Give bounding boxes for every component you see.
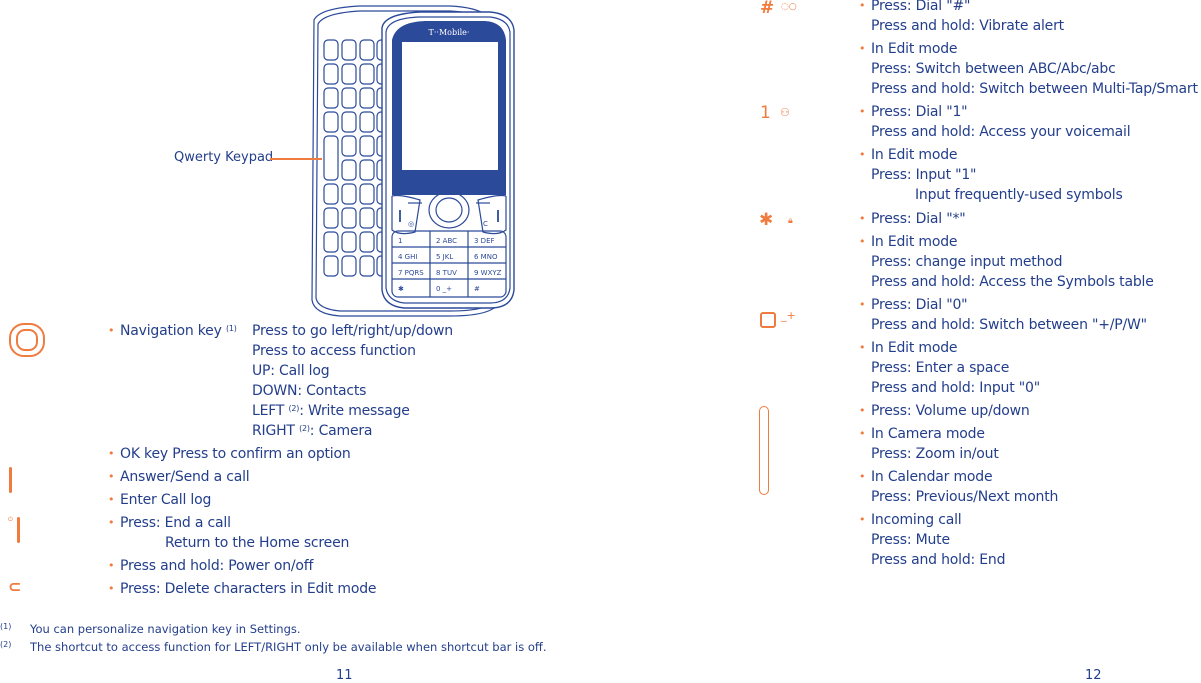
camera-line-2: Press: Zoom in/out [871, 446, 999, 462]
calendar-line-1: In Calendar mode [859, 467, 993, 487]
star-edit-line-2: Press: change input method [871, 254, 1063, 270]
svg-text:◎: ◎ [408, 220, 414, 228]
volume-line-1: Press: Volume up/down [859, 401, 1030, 421]
zero-edit-line-3: Press and hold: Input "0" [871, 380, 1040, 396]
footnote-ref-2: (2) [288, 404, 300, 413]
svg-text:#: # [474, 285, 480, 293]
hash-edit-line-3: Press and hold: Switch between Multi-Tap… [871, 81, 1198, 97]
nav-left-label: LEFT [252, 403, 285, 419]
power-text: Press and hold: Power on/off [108, 556, 313, 576]
nav-right-action: : Camera [309, 423, 373, 439]
nav-line-1: Press to go left/right/up/down [252, 323, 453, 339]
end-call-text: Press: End a call [108, 513, 231, 533]
zero-key-icon [760, 312, 776, 328]
send-key-text: Answer/Send a call [108, 467, 250, 487]
one-edit-line-1: In Edit mode [859, 145, 958, 165]
hash-edit-line-2: Press: Switch between ABC/Abc/abc [871, 61, 1116, 77]
vibrate-icon: ◌○ [781, 2, 797, 12]
svg-text:1: 1 [398, 237, 402, 245]
brand-label: T··Mobile· [429, 28, 470, 37]
svg-text:5 JKL: 5 JKL [436, 253, 453, 261]
nav-key-text: Navigation key [120, 323, 222, 339]
incoming-line-2: Press: Mute [871, 532, 950, 548]
callout-line [270, 158, 322, 160]
zero-edit-line-2: Press: Enter a space [871, 360, 1010, 376]
nav-left-action: : Write message [299, 403, 410, 419]
one-line-1: Press: Dial "1" [859, 102, 968, 122]
qwerty-keypad-callout: Qwerty Keypad [174, 150, 274, 165]
delete-text: Press: Delete characters in Edit mode [108, 579, 377, 599]
one-edit-line-2: Press: Input "1" [871, 167, 977, 183]
ok-key-text: OK key Press to confirm an option [108, 444, 351, 464]
zero-edit-line-1: In Edit mode [859, 338, 958, 358]
phone-illustration: T··Mobile· 1 2 ABC 3 DEF 4 GHI 5 JKL 6 MNO 7… [300, 0, 530, 320]
footnote-ref-2b: (2) [299, 424, 310, 433]
one-key-icon: 1 [760, 103, 771, 123]
send-key-icon [9, 467, 12, 493]
navigation-key-icon [9, 323, 45, 357]
page-number-right: 12 [1085, 668, 1102, 683]
svg-text:3 DEF: 3 DEF [474, 237, 495, 245]
nav-right-label: RIGHT [252, 423, 295, 439]
return-home-text: Return to the Home screen [165, 535, 350, 551]
voicemail-icon: ⚇ [780, 106, 790, 119]
hash-line-2: Press and hold: Vibrate alert [871, 18, 1064, 34]
svg-text:✱: ✱ [398, 285, 404, 293]
svg-text:4 GHI: 4 GHI [398, 253, 417, 261]
svg-text:6 MNO: 6 MNO [474, 253, 498, 261]
footnote-mark-1: (1) [0, 622, 12, 631]
svg-text:8 TUV: 8 TUV [436, 269, 457, 277]
camera-line-1: In Camera mode [859, 424, 985, 444]
hash-key-icon: # [760, 0, 775, 18]
footnote-2: The shortcut to access function for LEFT… [30, 640, 547, 654]
footnote-mark-2: (2) [0, 640, 12, 649]
star-line-1: Press: Dial "*" [859, 209, 966, 229]
incoming-line-3: Press and hold: End [871, 552, 1006, 568]
hash-line-1: Press: Dial "#" [859, 0, 970, 16]
svg-text:0 _+: 0 _+ [436, 285, 452, 293]
svg-text:C: C [483, 220, 488, 228]
hash-edit-line-1: In Edit mode [859, 39, 958, 59]
power-icon: ⏻ [8, 516, 13, 523]
one-edit-line-3: Input frequently-used symbols [915, 187, 1123, 203]
lock-icon: 🔒︎ [788, 216, 793, 226]
plus-icon: _+ [781, 309, 796, 322]
svg-text:9 WXYZ: 9 WXYZ [474, 269, 502, 277]
svg-text:7 PQRS: 7 PQRS [398, 269, 424, 277]
nav-line-6: RIGHT (2): Camera [252, 421, 373, 441]
one-line-2: Press and hold: Access your voicemail [871, 124, 1131, 140]
nav-line-4: DOWN: Contacts [252, 383, 367, 399]
side-volume-key-icon [759, 406, 769, 495]
star-edit-line-3: Press and hold: Access the Symbols table [871, 274, 1154, 290]
qwerty-keys [323, 39, 392, 277]
zero-line-1: Press: Dial "0" [859, 295, 968, 315]
end-key-icon [17, 517, 20, 543]
clear-key-icon: ⊂ [8, 577, 22, 596]
nav-key-label: Navigation key (1) [108, 321, 237, 341]
nav-line-2: Press to access function [252, 343, 416, 359]
nav-line-5: LEFT (2): Write message [252, 401, 410, 421]
svg-text:2 ABC: 2 ABC [436, 237, 457, 245]
zero-line-2: Press and hold: Switch between "+/P/W" [871, 317, 1147, 333]
incoming-line-1: Incoming call [859, 510, 962, 530]
nav-line-3: UP: Call log [252, 363, 330, 379]
phone-drawing: T··Mobile· 1 2 ABC 3 DEF 4 GHI 5 JKL 6 MNO 7… [311, 5, 515, 317]
footnote-ref-1: (1) [225, 324, 237, 333]
footnote-1: You can personalize navigation key in Se… [30, 622, 301, 636]
page-number-left: 11 [336, 668, 353, 683]
calendar-line-2: Press: Previous/Next month [871, 489, 1059, 505]
star-edit-line-1: In Edit mode [859, 232, 958, 252]
call-log-text: Enter Call log [108, 490, 211, 510]
star-key-icon: ✱ [759, 210, 774, 230]
